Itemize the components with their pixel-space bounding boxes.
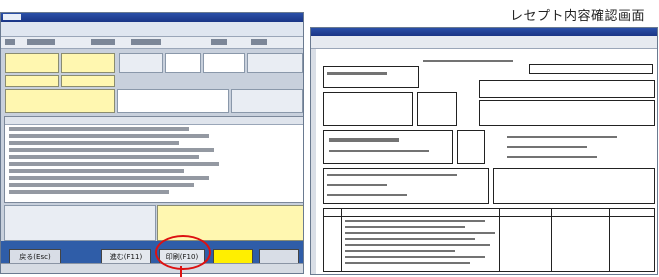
- toolbar-item: [251, 39, 267, 45]
- treatment-table[interactable]: [4, 116, 303, 203]
- table-row[interactable]: [9, 176, 209, 180]
- receipt-edit-window: 戻る(Esc) 進む(F11) 印刷(F10): [0, 12, 304, 274]
- receipt-treatment-row: [345, 256, 485, 258]
- receipt-diagnosis-dates: [493, 168, 655, 204]
- receipt-insurer-box: [323, 92, 413, 126]
- table-row[interactable]: [9, 169, 184, 173]
- patient-field[interactable]: [61, 75, 115, 87]
- receipt-patient-box: [323, 130, 453, 164]
- patient-field[interactable]: [61, 53, 115, 73]
- receipt-title: [327, 72, 387, 75]
- receipt-treatment-row: [345, 226, 465, 228]
- receipt-title-box: [323, 66, 419, 88]
- receipt-diagnosis-text: [327, 194, 407, 196]
- table-row[interactable]: [9, 155, 199, 159]
- receipt-number-box: [479, 100, 655, 126]
- receipt-number-box: [479, 80, 655, 98]
- toolbar-item: [91, 39, 115, 45]
- action-button[interactable]: [259, 249, 299, 264]
- diagnosis-side-panel: [231, 89, 303, 113]
- preview-sidebar: [311, 49, 316, 274]
- toolbar-item: [27, 39, 55, 45]
- receipt-treatment-row: [345, 250, 455, 252]
- insurance-field: [247, 53, 303, 73]
- receipt-insurer-box: [417, 92, 457, 126]
- patient-field[interactable]: [5, 53, 59, 73]
- insurance-field[interactable]: [165, 53, 201, 73]
- receipt-sex-box: [457, 130, 485, 164]
- table-header: [5, 117, 303, 125]
- comment-area: [4, 205, 156, 241]
- table-row[interactable]: [9, 183, 194, 187]
- receipt-diagnosis-text: [327, 174, 457, 176]
- preview-titlebar: [311, 28, 657, 36]
- preview-toolbar[interactable]: [311, 36, 657, 49]
- app-logo: [3, 14, 21, 20]
- insurance-field[interactable]: [203, 53, 245, 73]
- receipt-clinic-text: [507, 156, 597, 158]
- table-row[interactable]: [9, 141, 179, 145]
- receipt-header-text: [423, 60, 513, 62]
- table-row[interactable]: [9, 162, 219, 166]
- grid-line: [499, 208, 500, 272]
- receipt-preview-window: [310, 27, 658, 275]
- receipt-patient-name: [329, 138, 399, 142]
- status-bar: [1, 263, 303, 273]
- receipt-treatment-row: [345, 238, 475, 240]
- receipt-patient-detail: [329, 150, 429, 152]
- info-toolbar: [1, 37, 303, 49]
- diagnosis-field[interactable]: [5, 89, 115, 113]
- window-titlebar: [1, 13, 303, 22]
- receipt-paper: [319, 52, 657, 274]
- grid-line: [551, 208, 552, 272]
- table-row[interactable]: [9, 148, 214, 152]
- receipt-diagnosis-text: [327, 184, 387, 186]
- table-row[interactable]: [9, 190, 169, 194]
- receipt-treatment-row: [345, 220, 485, 222]
- diagnosis-detail[interactable]: [117, 89, 229, 113]
- receipt-clinic-text: [507, 146, 587, 148]
- toolbar-item: [131, 39, 161, 45]
- table-row[interactable]: [9, 134, 209, 138]
- next-button[interactable]: 進む(F11): [101, 249, 151, 264]
- toolbar-item: [5, 39, 15, 45]
- screen-caption: レセプト内容確認画面: [510, 9, 646, 24]
- grid-line: [341, 208, 342, 272]
- insurance-field: [119, 53, 163, 73]
- grid-line: [609, 208, 610, 272]
- receipt-treatment-row: [345, 262, 470, 264]
- grid-line: [323, 216, 655, 217]
- patient-field[interactable]: [5, 75, 59, 87]
- receipt-period-box: [529, 64, 653, 74]
- window-header: [1, 22, 303, 37]
- back-button[interactable]: 戻る(Esc): [9, 249, 61, 264]
- highlight-pointer: [180, 266, 182, 277]
- table-row[interactable]: [9, 127, 189, 131]
- receipt-treatment-row: [345, 232, 495, 234]
- toolbar-item: [211, 39, 227, 45]
- receipt-clinic-text: [507, 136, 617, 138]
- receipt-treatment-row: [345, 244, 490, 246]
- action-button[interactable]: [213, 249, 253, 264]
- highlight-circle: [155, 235, 211, 270]
